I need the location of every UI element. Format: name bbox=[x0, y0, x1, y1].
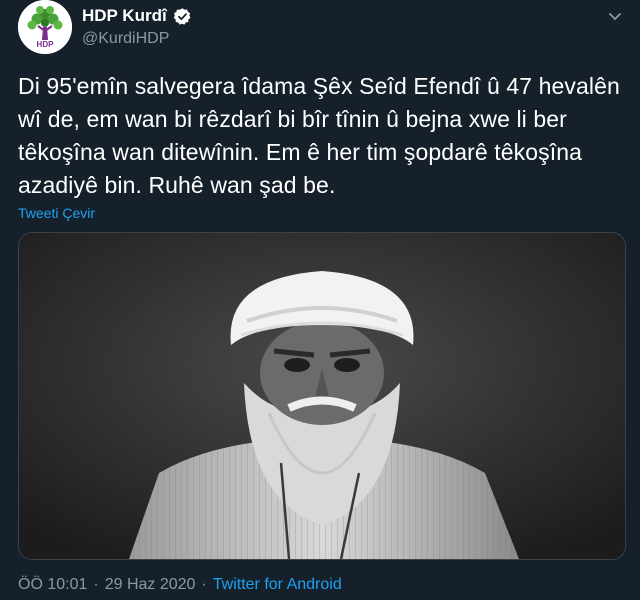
tweet-meta: ÖÖ 10:01 · 29 Haz 2020 · Twitter for And… bbox=[18, 576, 342, 594]
meta-separator: · bbox=[201, 576, 207, 593]
portrait-photo bbox=[19, 233, 625, 559]
tweet-photo[interactable] bbox=[18, 232, 626, 560]
tweet-time[interactable]: ÖÖ 10:01 bbox=[18, 576, 87, 594]
tweet-text: Di 95'emîn salvegera îdama Şêx Seîd Efen… bbox=[18, 73, 620, 198]
display-name[interactable]: HDP Kurdî bbox=[82, 6, 167, 26]
translate-tweet-link[interactable]: Tweeti Çevir bbox=[18, 205, 95, 221]
avatar-logo-text: HDP bbox=[36, 40, 54, 49]
tweet-source-link[interactable]: Twitter for Android bbox=[213, 576, 342, 594]
name-row: HDP Kurdî bbox=[82, 6, 192, 26]
chevron-down-icon[interactable] bbox=[604, 6, 626, 28]
tweet: HDP HDP Kurdî @KurdiHDP Di 95'emîn salve… bbox=[0, 0, 640, 600]
handle[interactable]: @KurdiHDP bbox=[82, 30, 169, 48]
tweet-date[interactable]: 29 Haz 2020 bbox=[105, 576, 196, 594]
meta-separator: · bbox=[93, 576, 99, 593]
avatar[interactable]: HDP bbox=[18, 0, 72, 54]
verified-badge-icon bbox=[173, 7, 192, 26]
